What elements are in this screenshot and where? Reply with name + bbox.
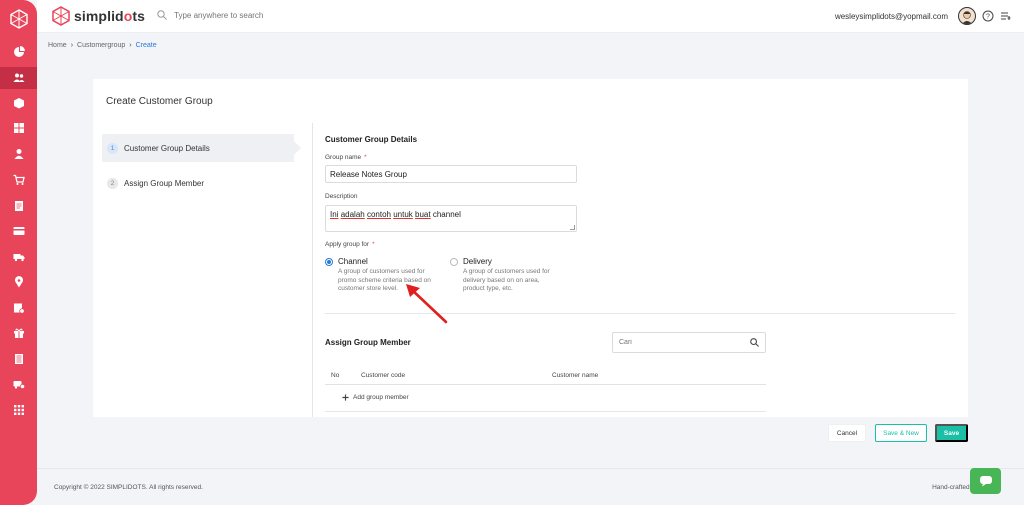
create-form-card: Create Customer Group 1 Customer Group D… [93, 79, 968, 417]
global-search-input[interactable] [174, 10, 324, 20]
truck-icon [13, 254, 24, 262]
chevron-right-icon: › [129, 42, 132, 49]
radio-delivery-title: Delivery [463, 257, 492, 266]
footer-divider [37, 468, 1024, 469]
header-actions: wesleysimplidots@yopmail.com ? [835, 7, 1012, 25]
sidebar-item-orders[interactable] [0, 169, 37, 191]
location-icon [14, 276, 23, 288]
plus-icon [342, 394, 349, 401]
svg-text:?: ? [986, 14, 990, 21]
page-title: Create Customer Group [106, 96, 213, 107]
add-group-member-button[interactable]: Add group member [342, 394, 409, 401]
user-email[interactable]: wesleysimplidots@yopmail.com [835, 12, 948, 21]
annotation-arrow-icon [406, 284, 448, 324]
document-icon [14, 201, 23, 211]
member-search [612, 332, 766, 353]
radio-channel[interactable] [325, 258, 333, 266]
description-textarea[interactable]: Ini adalah contoh untuk buat channel [325, 205, 577, 232]
card-icon [13, 227, 24, 235]
sidebar-item-payments[interactable] [0, 220, 37, 242]
sidebar-item-catalog[interactable] [0, 117, 37, 139]
breadcrumb-section[interactable]: Customergroup [77, 42, 125, 49]
store-icon [13, 303, 25, 314]
global-search [157, 10, 324, 20]
group-name-label: Group name * [325, 154, 367, 161]
sidebar-logo-icon[interactable] [0, 4, 37, 34]
radio-delivery[interactable] [450, 258, 458, 266]
chevron-right-icon: › [70, 42, 74, 49]
van-icon [13, 381, 25, 390]
step-number: 1 [107, 142, 118, 154]
chat-button[interactable] [970, 468, 1001, 494]
save-button[interactable]: Save [935, 424, 968, 442]
sidebar-item-dashboard[interactable] [0, 41, 37, 63]
section-title-details: Customer Group Details [325, 135, 418, 144]
table-header-divider [325, 384, 766, 385]
sidebar [0, 0, 37, 505]
step-assign-group-member[interactable]: 2 Assign Group Member [102, 169, 294, 197]
sidebar-item-customers[interactable] [0, 67, 37, 89]
gift-icon [13, 328, 24, 338]
step-customer-group-details[interactable]: 1 Customer Group Details [102, 134, 301, 162]
radio-option-delivery[interactable]: Delivery A group of customers used for d… [450, 257, 563, 294]
top-header: simplidots wesleysimplidots@yopmail.com … [37, 0, 1024, 33]
avatar[interactable] [958, 7, 976, 25]
breadcrumb-home[interactable]: Home [48, 42, 67, 49]
radio-channel-title: Channel [338, 257, 368, 266]
cancel-button[interactable]: Cancel [828, 424, 866, 442]
step-label: Customer Group Details [124, 143, 210, 153]
radio-delivery-desc: A group of customers used for delivery b… [463, 268, 550, 292]
column-header-customer-code: Customer code [361, 372, 406, 379]
brand-logo[interactable]: simplidots [51, 6, 145, 26]
breadcrumb: Home › Customergroup › Create [48, 42, 157, 49]
menu-settings-icon[interactable] [1000, 10, 1012, 22]
sidebar-item-stores[interactable] [0, 297, 37, 319]
sidebar-item-products[interactable] [0, 92, 37, 114]
footer-copyright: Copyright © 2022 SIMPLIDOTS. All rights … [54, 484, 203, 491]
help-icon[interactable]: ? [982, 10, 994, 22]
apply-group-label: Apply group for * [325, 241, 375, 248]
member-search-input[interactable] [619, 339, 750, 346]
group-name-input[interactable] [325, 165, 577, 183]
column-header-no: No [331, 372, 340, 379]
sidebar-item-salesman[interactable] [0, 143, 37, 165]
resize-handle-icon[interactable] [570, 225, 575, 230]
search-icon[interactable] [750, 338, 759, 347]
sidebar-item-invoices[interactable] [0, 195, 37, 217]
save-and-new-button[interactable]: Save & New [875, 424, 927, 442]
column-header-customer-name: Customer name [552, 372, 599, 379]
sidebar-item-promos[interactable] [0, 322, 37, 344]
sidebar-item-apps[interactable] [0, 399, 37, 421]
add-group-member-label: Add group member [353, 394, 409, 401]
sidebar-item-logistics[interactable] [0, 373, 37, 395]
users-icon [13, 73, 24, 82]
sidebar-item-delivery[interactable] [0, 246, 37, 268]
cart-icon [13, 174, 25, 185]
dashboard-icon [13, 46, 25, 57]
steps-divider [312, 123, 313, 417]
table-bottom-divider [325, 411, 766, 412]
sidebar-item-reports[interactable] [0, 348, 37, 370]
description-label: Description [325, 193, 358, 200]
section-title-members: Assign Group Member [325, 338, 411, 347]
chat-icon [979, 476, 992, 487]
brand-name: simplidots [74, 8, 146, 24]
step-number: 2 [107, 177, 118, 189]
brand-hexagon-icon [52, 6, 70, 26]
report-icon [14, 354, 23, 364]
breadcrumb-current: Create [135, 42, 157, 49]
box-icon [13, 98, 24, 109]
sidebar-item-map[interactable] [0, 271, 37, 293]
step-label: Assign Group Member [124, 178, 205, 188]
apps-icon [13, 405, 24, 415]
search-icon [157, 10, 167, 20]
grid-icon [13, 123, 24, 133]
person-icon [14, 149, 23, 159]
